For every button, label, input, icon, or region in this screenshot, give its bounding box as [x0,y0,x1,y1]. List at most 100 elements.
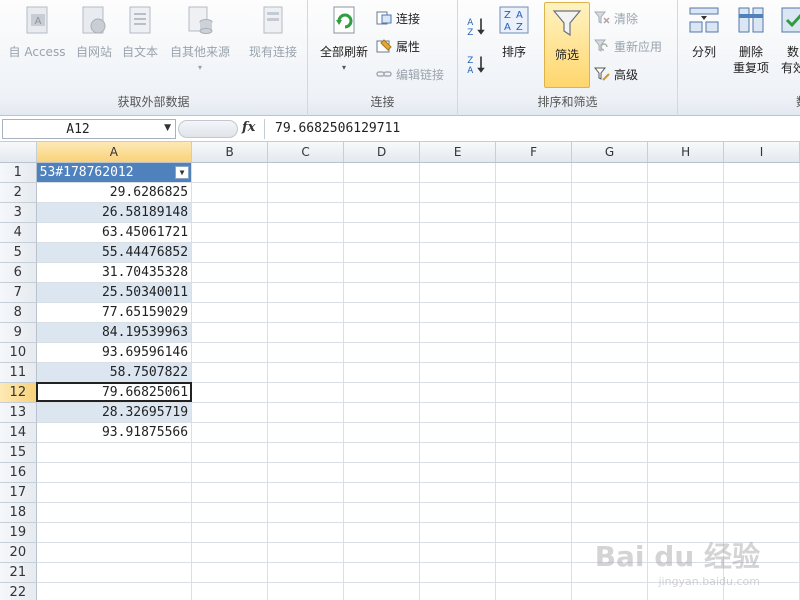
row-header[interactable]: 15 [0,442,37,463]
empty-cell[interactable] [647,382,725,403]
empty-cell[interactable] [343,402,421,423]
row-header[interactable]: 4 [0,222,37,243]
empty-cell[interactable] [191,542,269,563]
empty-cell[interactable] [419,482,497,503]
empty-cell[interactable] [267,222,345,243]
empty-cell[interactable] [495,542,573,563]
formula-input[interactable]: 79.6682506129711 [264,119,800,139]
empty-cell[interactable] [343,562,421,583]
data-cell[interactable]: 55.44476852 [36,242,193,263]
empty-cell[interactable] [723,242,800,263]
empty-cell[interactable] [571,382,649,403]
empty-cell[interactable] [723,422,800,443]
empty-cell[interactable] [419,242,497,263]
empty-cell[interactable] [267,522,345,543]
empty-cell[interactable] [495,402,573,423]
empty-cell[interactable] [647,442,725,463]
sort-ascending-button[interactable]: A Z [466,16,490,36]
empty-cell[interactable] [267,342,345,363]
empty-cell[interactable] [419,222,497,243]
empty-cell[interactable] [191,162,269,183]
empty-cell[interactable] [495,482,573,503]
empty-cell[interactable] [571,202,649,223]
row-header[interactable]: 19 [0,522,37,543]
reapply-button[interactable]: 重新应用 [594,36,662,56]
empty-cell[interactable] [495,462,573,483]
empty-cell[interactable] [267,322,345,343]
empty-cell[interactable] [495,242,573,263]
empty-cell[interactable] [419,302,497,323]
column-header-h[interactable]: H [647,142,725,163]
empty-cell[interactable] [723,482,800,503]
empty-cell[interactable] [267,402,345,423]
empty-cell[interactable] [495,422,573,443]
empty-cell[interactable] [36,522,193,543]
empty-cell[interactable] [723,282,800,303]
empty-cell[interactable] [343,422,421,443]
empty-cell[interactable] [647,502,725,523]
empty-cell[interactable] [343,382,421,403]
empty-cell[interactable] [191,502,269,523]
row-header[interactable]: 6 [0,262,37,283]
empty-cell[interactable] [495,202,573,223]
row-header[interactable]: 5 [0,242,37,263]
empty-cell[interactable] [343,282,421,303]
empty-cell[interactable] [647,202,725,223]
cell-a1-header[interactable]: 53#178762012 ▼ [36,162,193,183]
empty-cell[interactable] [647,182,725,203]
empty-cell[interactable] [419,382,497,403]
empty-cell[interactable] [343,462,421,483]
empty-cell[interactable] [343,242,421,263]
empty-cell[interactable] [495,342,573,363]
empty-cell[interactable] [495,322,573,343]
empty-cell[interactable] [267,562,345,583]
empty-cell[interactable] [419,182,497,203]
column-header-g[interactable]: G [571,142,649,163]
empty-cell[interactable] [343,442,421,463]
empty-cell[interactable] [723,182,800,203]
empty-cell[interactable] [647,362,725,383]
empty-cell[interactable] [723,202,800,223]
row-header[interactable]: 3 [0,202,37,223]
empty-cell[interactable] [647,242,725,263]
empty-cell[interactable] [191,582,269,600]
empty-cell[interactable] [647,282,725,303]
empty-cell[interactable] [647,482,725,503]
sort-descending-button[interactable]: Z A [466,54,490,74]
empty-cell[interactable] [343,482,421,503]
data-cell[interactable]: 29.6286825 [36,182,193,203]
empty-cell[interactable] [723,302,800,323]
empty-cell[interactable] [191,342,269,363]
clear-filter-button[interactable]: 清除 [594,8,638,28]
data-cell[interactable]: 25.50340011 [36,282,193,303]
empty-cell[interactable] [191,222,269,243]
empty-cell[interactable] [571,482,649,503]
empty-cell[interactable] [495,222,573,243]
empty-cell[interactable] [723,262,800,283]
empty-cell[interactable] [495,442,573,463]
empty-cell[interactable] [419,442,497,463]
empty-cell[interactable] [191,562,269,583]
empty-cell[interactable] [343,502,421,523]
row-header[interactable]: 18 [0,502,37,523]
row-header[interactable]: 8 [0,302,37,323]
empty-cell[interactable] [571,262,649,283]
empty-cell[interactable] [191,302,269,323]
select-all-corner[interactable] [0,142,37,163]
empty-cell[interactable] [723,382,800,403]
data-cell[interactable]: 26.58189148 [36,202,193,223]
row-header[interactable]: 11 [0,362,37,383]
empty-cell[interactable] [191,322,269,343]
empty-cell[interactable] [267,302,345,323]
empty-cell[interactable] [647,302,725,323]
empty-cell[interactable] [419,402,497,423]
empty-cell[interactable] [191,242,269,263]
empty-cell[interactable] [191,462,269,483]
insert-function-button[interactable]: fx [242,120,255,135]
empty-cell[interactable] [571,422,649,443]
name-box[interactable]: A12 ▼ [2,119,176,139]
empty-cell[interactable] [647,342,725,363]
empty-cell[interactable] [419,362,497,383]
data-cell[interactable]: 58.7507822 [36,362,193,383]
empty-cell[interactable] [419,502,497,523]
